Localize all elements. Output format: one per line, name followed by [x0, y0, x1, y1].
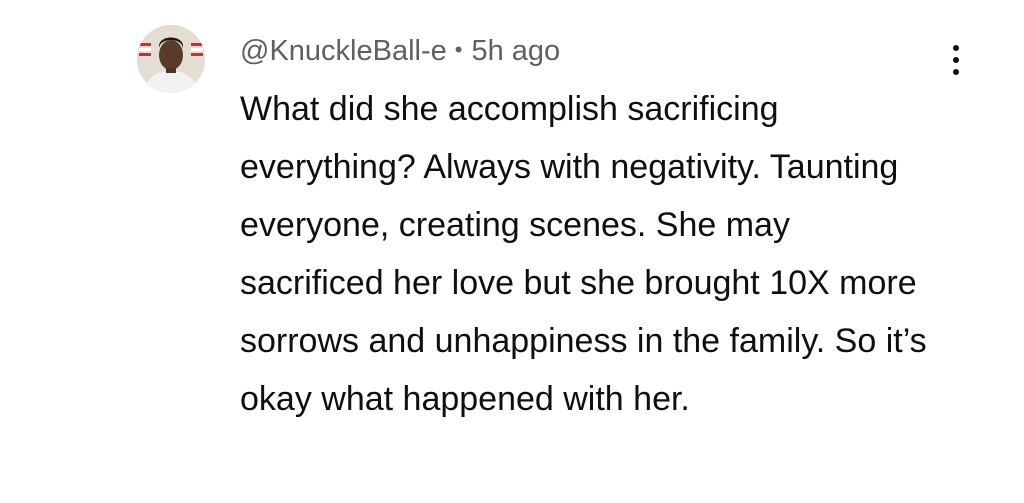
comment-meta: @KnuckleBall-e • 5h ago	[240, 31, 560, 71]
meta-separator: •	[454, 37, 463, 62]
more-dot	[953, 57, 959, 63]
more-dot	[953, 69, 959, 75]
comment-text: What did she accomplish sacrificing ever…	[240, 90, 927, 418]
author-handle[interactable]: @KnuckleBall-e	[240, 35, 447, 68]
more-dot	[953, 45, 959, 51]
comment-item: @KnuckleBall-e • 5h ago What did she acc…	[0, 0, 1024, 503]
avatar[interactable]	[137, 25, 205, 93]
more-options-button[interactable]	[934, 35, 978, 85]
timestamp[interactable]: 5h ago	[471, 35, 560, 68]
avatar-photo-icon	[137, 25, 205, 93]
